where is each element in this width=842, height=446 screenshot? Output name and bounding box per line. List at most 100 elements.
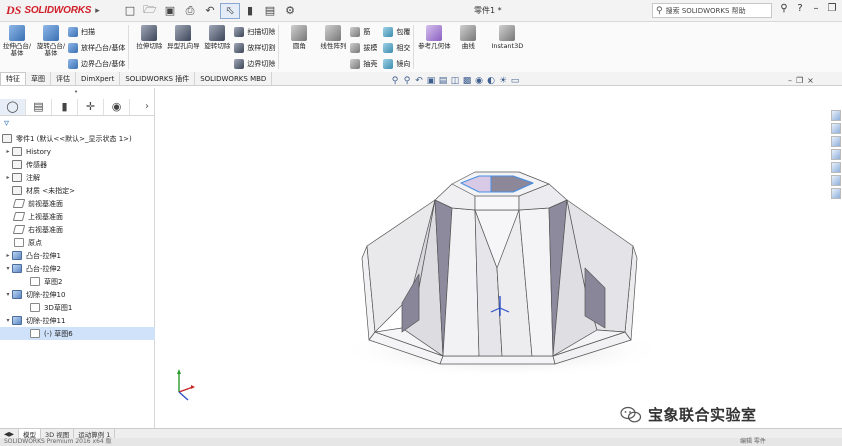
dimxpert-manager-tab-icon[interactable]: ✛ xyxy=(78,98,104,115)
undo-icon[interactable]: ↶ xyxy=(200,3,220,19)
curves-button[interactable]: 曲线 xyxy=(451,22,485,72)
property-manager-tab-icon[interactable]: ▤ xyxy=(26,98,52,115)
edit-appearance-icon[interactable]: ◐ xyxy=(486,76,496,86)
help-search-input[interactable]: ⚲ 搜索 SOLIDWORKS 帮助 xyxy=(652,3,772,18)
tree-item-history[interactable]: ▸ History xyxy=(0,145,155,158)
more-tabs-chevron-icon[interactable]: › xyxy=(145,101,149,112)
feature-tree-tab-icon[interactable]: ◯ xyxy=(0,98,26,115)
search-icon[interactable]: ⚲ xyxy=(776,3,792,14)
open-icon[interactable]: 🗁 xyxy=(140,3,160,19)
options-icon[interactable]: ⚙ xyxy=(280,3,300,19)
viewport-restore-icon[interactable]: ❐ xyxy=(796,76,803,85)
section-view-icon[interactable]: ▣ xyxy=(426,76,436,86)
tab-evaluate[interactable]: 评估 xyxy=(51,72,76,85)
boundary-cut-button[interactable]: 边界切除 xyxy=(234,57,275,70)
model-viewport[interactable] xyxy=(157,88,829,428)
rib-button[interactable]: 筋 xyxy=(350,25,377,38)
print-icon[interactable]: ⎙ xyxy=(180,3,200,19)
tree-item-annotations[interactable]: ▸ 注解 xyxy=(0,171,155,184)
extrude-boss-button[interactable]: 拉伸凸台/基体 xyxy=(0,22,34,72)
linear-pattern-button[interactable]: 线性阵列 xyxy=(316,22,350,72)
tree-item-right-plane[interactable]: 右视基准面 xyxy=(0,223,155,236)
tree-item-sketch2[interactable]: 草图2 xyxy=(0,275,155,288)
viewport-close-icon[interactable]: × xyxy=(807,76,814,85)
file-properties-icon[interactable]: ▤ xyxy=(260,3,280,19)
display-manager-tab-icon[interactable]: ◉ xyxy=(104,98,130,115)
tab-nav-arrows[interactable]: ◀▶ xyxy=(0,429,19,438)
save-icon[interactable]: ▣ xyxy=(160,3,180,19)
view-triad[interactable] xyxy=(177,369,195,401)
forum-icon[interactable] xyxy=(831,188,841,199)
resources-icon[interactable] xyxy=(831,110,841,121)
zoom-to-fit-icon[interactable]: ⚲ xyxy=(390,76,400,86)
shell-button[interactable]: 抽壳 xyxy=(350,57,377,70)
expand-arrow-icon[interactable]: ▸ xyxy=(4,174,12,181)
tab-motion-study[interactable]: 运动算例 1 xyxy=(74,429,116,439)
rebuild-icon[interactable]: ▮ xyxy=(240,3,260,19)
wrap-button[interactable]: 包覆 xyxy=(383,25,410,38)
reference-geometry-button[interactable]: 参考几何体 xyxy=(417,22,451,72)
zoom-to-area-icon[interactable]: ⚲ xyxy=(402,76,412,86)
tree-item-3dsketch1[interactable]: 3D草图1 xyxy=(0,301,155,314)
restore-icon[interactable]: ❐ xyxy=(824,3,840,14)
new-icon[interactable]: □ xyxy=(120,3,140,19)
tree-item-top-plane[interactable]: 上视基准面 xyxy=(0,210,155,223)
viewport-minimize-icon[interactable]: – xyxy=(788,76,792,85)
sweep-button[interactable]: 扫描 xyxy=(68,25,125,38)
expand-arrow-icon[interactable]: ▸ xyxy=(4,252,12,259)
view-orientation-icon[interactable]: ◫ xyxy=(450,76,460,86)
swept-cut-button[interactable]: 扫描切除 xyxy=(234,25,275,38)
filter-icon[interactable]: ▿ xyxy=(4,118,9,129)
display-style-icon[interactable]: ▩ xyxy=(462,76,472,86)
expand-arrow-icon[interactable]: ▸ xyxy=(4,148,12,155)
select-icon[interactable]: ⬁ xyxy=(220,2,240,19)
collapse-arrow-icon[interactable]: ▾ xyxy=(4,265,12,272)
tab-model[interactable]: 模型 xyxy=(19,429,41,439)
draft-button[interactable]: 拔模 xyxy=(350,41,377,54)
tree-item-material[interactable]: 材质 <未指定> xyxy=(0,184,155,197)
minimize-icon[interactable]: – xyxy=(808,3,824,14)
hide-show-items-icon[interactable]: ◉ xyxy=(474,76,484,86)
intersect-button[interactable]: 相交 xyxy=(383,41,410,54)
help-icon[interactable]: ? xyxy=(792,3,808,14)
tree-item-cut-extrude11[interactable]: ▾ 切除-拉伸11 xyxy=(0,314,155,327)
view-settings-icon[interactable]: ▭ xyxy=(510,76,520,86)
appearances-icon[interactable] xyxy=(831,162,841,173)
panel-drag-handle[interactable]: • xyxy=(74,88,78,96)
tree-item-boss-extrude2[interactable]: ▾ 凸台-拉伸2 xyxy=(0,262,155,275)
mirror-button[interactable]: 镜向 xyxy=(383,57,410,70)
view-palette-icon[interactable] xyxy=(831,149,841,160)
tree-item-origin[interactable]: 原点 xyxy=(0,236,155,249)
hole-wizard-button[interactable]: 异型孔向导 xyxy=(166,22,200,72)
menu-arrow-icon[interactable]: ▸ xyxy=(95,6,100,16)
loft-button[interactable]: 放样凸台/基体 xyxy=(68,41,125,54)
collapse-arrow-icon[interactable]: ▾ xyxy=(4,317,12,324)
custom-properties-icon[interactable] xyxy=(831,175,841,186)
dynamic-annotation-icon[interactable]: ▤ xyxy=(438,76,448,86)
faceted-dome-model[interactable] xyxy=(361,171,638,365)
lofted-cut-button[interactable]: 放样切割 xyxy=(234,41,275,54)
design-library-icon[interactable] xyxy=(831,123,841,134)
solidworks-logo[interactable]: DS SOLIDWORKS ▸ xyxy=(0,0,120,22)
tree-root[interactable]: 零件1 (默认<<默认>_显示状态 1>) xyxy=(0,132,155,145)
extruded-cut-button[interactable]: 拉伸切除 xyxy=(132,22,166,72)
revolved-cut-button[interactable]: 旋转切除 xyxy=(200,22,234,72)
collapse-arrow-icon[interactable]: ▾ xyxy=(4,291,12,298)
tab-dimxpert[interactable]: DimXpert xyxy=(76,72,121,85)
tree-item-cut-extrude10[interactable]: ▾ 切除-拉伸10 xyxy=(0,288,155,301)
tab-addins[interactable]: SOLIDWORKS 插件 xyxy=(120,72,196,85)
tab-sketch[interactable]: 草图 xyxy=(26,72,51,85)
tab-features[interactable]: 特征 xyxy=(0,72,26,85)
boundary-boss-button[interactable]: 边界凸台/基体 xyxy=(68,57,125,70)
file-explorer-icon[interactable] xyxy=(831,136,841,147)
previous-view-icon[interactable]: ↶ xyxy=(414,76,424,86)
tree-item-front-plane[interactable]: 前视基准面 xyxy=(0,197,155,210)
revolve-boss-button[interactable]: 旋转凸台/基体 xyxy=(34,22,68,72)
graphics-area[interactable] xyxy=(157,88,829,428)
instant3d-button[interactable]: Instant3D xyxy=(485,22,529,72)
tree-item-sketch6[interactable]: (-) 草图6 xyxy=(0,327,155,340)
tab-3d-views[interactable]: 3D 视图 xyxy=(41,429,75,439)
apply-scene-icon[interactable]: ☀ xyxy=(498,76,508,86)
fillet-button[interactable]: 圆角 xyxy=(282,22,316,72)
tab-mbd[interactable]: SOLIDWORKS MBD xyxy=(195,72,273,85)
